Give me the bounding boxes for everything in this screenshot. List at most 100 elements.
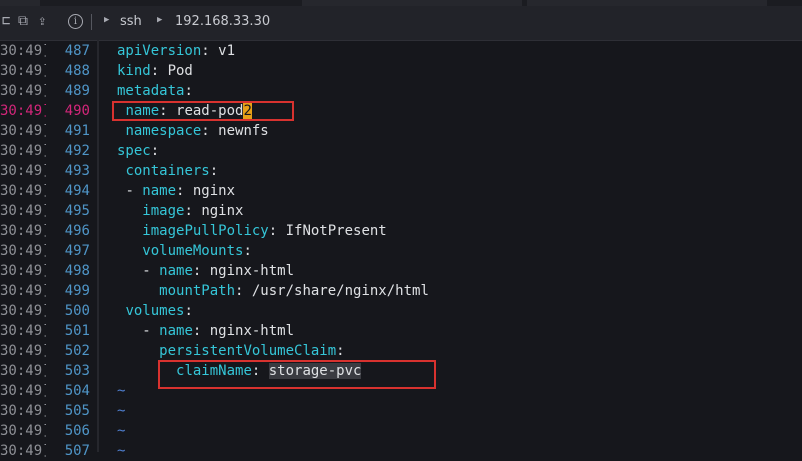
line-number: 506: [64, 423, 90, 439]
line-timestamp: 30:49]: [0, 43, 46, 59]
line-code: persistentVolumeClaim:: [117, 341, 344, 361]
editor-line[interactable]: 30:49] 495 image: nginx: [0, 201, 802, 221]
line-timestamp: 30:49]: [0, 403, 46, 419]
editor-line[interactable]: 30:49] 487 apiVersion: v1: [0, 41, 802, 61]
yaml-separator: :: [184, 83, 193, 99]
yaml-separator: :: [201, 43, 219, 59]
line-number: 495: [64, 203, 90, 219]
yaml-key: name: [159, 263, 193, 279]
editor-line[interactable]: 30:49] 506 ~: [0, 421, 802, 441]
yaml-separator: :: [184, 203, 202, 219]
line-number: 500: [64, 303, 90, 319]
line-number: 502: [64, 343, 90, 359]
line-number: 507: [64, 443, 90, 459]
yaml-key: containers: [125, 163, 210, 179]
line-timestamp: 30:49]: [0, 363, 46, 379]
editor-line[interactable]: 30:49] 492 spec:: [0, 141, 802, 161]
tab-segment[interactable]: [0, 0, 40, 6]
yaml-separator: :: [150, 63, 168, 79]
list-dash: -: [142, 263, 160, 279]
line-number: 498: [64, 263, 90, 279]
line-timestamp: 30:49]: [0, 83, 46, 99]
yaml-key: namespace: [125, 123, 202, 139]
editor-line[interactable]: 30:49] 489 metadata:: [0, 81, 802, 101]
line-timestamp: 30:49]: [0, 343, 46, 359]
empty-line-marker: ~: [117, 383, 126, 399]
yaml-value: nginx-html: [209, 323, 295, 339]
yaml-key: kind: [117, 63, 151, 79]
editor-line[interactable]: 30:49] 494 - name: nginx: [0, 181, 802, 201]
yaml-key: imagePullPolicy: [142, 223, 269, 239]
line-number: 487: [64, 43, 90, 59]
line-timestamp: 30:49]: [0, 283, 46, 299]
editor-line[interactable]: 30:49] 498 - name: nginx-html: [0, 261, 802, 281]
yaml-separator: :: [184, 303, 193, 319]
yaml-key: name: [159, 323, 193, 339]
line-number: 489: [64, 83, 90, 99]
line-code: - name: nginx: [117, 181, 235, 201]
yaml-value: newnfs: [218, 123, 269, 139]
highlight-box-name: [112, 101, 294, 121]
editor-line[interactable]: 30:49] 488 kind: Pod: [0, 61, 802, 81]
editor-line[interactable]: 30:49] 507 ~: [0, 441, 802, 461]
line-timestamp: 30:49]: [0, 423, 46, 439]
line-timestamp: 30:49]: [0, 263, 46, 279]
breadcrumb-ssh[interactable]: ssh: [120, 14, 142, 29]
yaml-key: name: [142, 183, 177, 199]
info-icon[interactable]: i: [68, 14, 83, 29]
yaml-value: nginx: [201, 203, 244, 219]
line-timestamp: 30:49]: [0, 163, 46, 179]
yaml-separator: :: [201, 123, 219, 139]
line-timestamp: 30:49]: [0, 143, 46, 159]
line-number: 499: [64, 283, 90, 299]
editor-line[interactable]: 30:49] 496 imagePullPolicy: IfNotPresent: [0, 221, 802, 241]
yaml-value: nginx: [192, 183, 236, 199]
yaml-key: volumes: [125, 303, 185, 319]
yaml-value: IfNotPresent: [285, 223, 387, 239]
yaml-value: Pod: [167, 63, 193, 79]
line-code: ~: [117, 421, 125, 441]
breadcrumb-host[interactable]: 192.168.33.30: [175, 14, 270, 29]
chevron-right-icon: ▶: [104, 15, 110, 25]
editor-line[interactable]: 30:49] 499 mountPath: /usr/share/nginx/ht…: [0, 281, 802, 301]
editor-line[interactable]: 30:49] 505 ~: [0, 401, 802, 421]
editor-line[interactable]: 30:49] 493 containers:: [0, 161, 802, 181]
editor-line[interactable]: 30:49] 501 - name: nginx-html: [0, 321, 802, 341]
line-timestamp: 30:49]: [0, 123, 46, 139]
split-icon[interactable]: ⊏: [2, 13, 10, 29]
highlight-box-claimname: [158, 360, 436, 389]
editor-line[interactable]: 30:49] 491 namespace: newnfs: [0, 121, 802, 141]
share-icon[interactable]: ⇪: [38, 13, 46, 29]
yaml-separator: :: [235, 283, 252, 299]
yaml-separator: :: [209, 163, 219, 179]
line-number: 503: [64, 363, 90, 379]
yaml-separator: :: [192, 323, 210, 339]
editor-line[interactable]: 30:49] 502 persistentVolumeClaim:: [0, 341, 802, 361]
line-code: containers:: [117, 161, 218, 181]
yaml-key: volumeMounts: [142, 243, 244, 259]
editor-line[interactable]: 30:49] 500 volumes:: [0, 301, 802, 321]
yaml-value: /usr/share/nginx/html: [251, 283, 429, 299]
tab-strip: [0, 0, 802, 6]
tab-segment[interactable]: [527, 0, 767, 6]
tab-segment[interactable]: [302, 0, 522, 6]
line-number: 504: [64, 383, 90, 399]
yaml-key: image: [142, 203, 185, 219]
new-tab-icon[interactable]: ⧉: [18, 13, 28, 29]
toolbar-divider: [91, 14, 92, 30]
line-code: mountPath: /usr/share/nginx/html: [117, 281, 429, 301]
line-code: spec:: [117, 141, 159, 161]
line-timestamp: 30:49]: [0, 443, 46, 459]
line-code: ~: [117, 381, 125, 401]
line-number: 493: [64, 163, 90, 179]
line-number: 491: [64, 123, 90, 139]
editor-line[interactable]: 30:49] 497 volumeMounts:: [0, 241, 802, 261]
empty-line-marker: ~: [117, 423, 126, 439]
empty-line-marker: ~: [117, 443, 126, 459]
line-timestamp: 30:49]: [0, 103, 46, 119]
